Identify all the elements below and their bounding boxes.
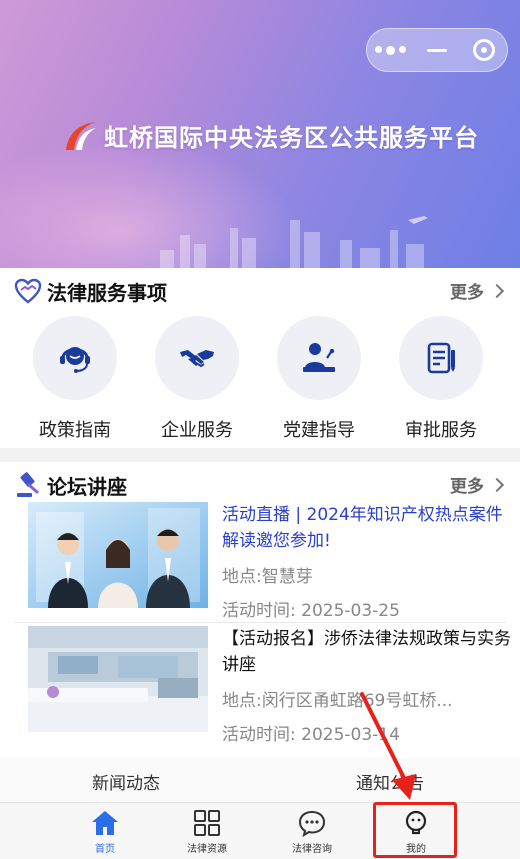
forum-section: 论坛讲座 更多 活动直播 | 2024年知识产权热点案件解读邀您参加! 地点:智… xyxy=(0,462,520,758)
platform-logo-icon xyxy=(66,122,96,150)
article-location: 地点:智慧芽 xyxy=(222,567,313,587)
news-tabs: 新闻动态 通知公告 xyxy=(0,758,520,802)
nav-home[interactable]: 首页 xyxy=(65,809,145,855)
gavel-icon xyxy=(17,472,39,497)
nav-label: 法律资源 xyxy=(187,844,227,855)
more-dots-icon[interactable] xyxy=(367,29,414,71)
service-item-party-guidance[interactable]: 党建指导 xyxy=(258,316,380,442)
article-thumbnail-speakers xyxy=(28,502,208,608)
article-thumbnail-lobby xyxy=(28,626,208,732)
article-time: 活动时间: 2025-03-14 xyxy=(222,725,400,745)
grid-icon xyxy=(194,810,220,836)
article-divider xyxy=(14,622,506,623)
service-label: 审批服务 xyxy=(405,420,477,441)
nav-resources[interactable]: 法律资源 xyxy=(167,809,247,855)
forum-more-link[interactable]: 更多 xyxy=(450,472,505,497)
article-text: 【活动报名】涉侨法律法规政策与实务讲座 地点:闵行区甬虹路69号虹桥... 活动… xyxy=(222,626,512,745)
section-title: 法律服务事项 xyxy=(47,280,167,305)
skyline-illustration xyxy=(160,216,428,270)
nav-label: 法律咨询 xyxy=(292,844,332,855)
article-card-2[interactable]: 【活动报名】涉侨法律法规政策与实务讲座 地点:闵行区甬虹路69号虹桥... 活动… xyxy=(14,626,511,745)
banner: 虹桥国际中央法务区公共服务平台 xyxy=(0,0,520,270)
home-icon xyxy=(92,811,118,835)
document-pen-icon xyxy=(399,316,483,400)
target-close-icon[interactable] xyxy=(460,29,507,71)
forum-header: 论坛讲座 xyxy=(14,470,127,500)
more-label: 更多 xyxy=(450,283,484,303)
tab-news[interactable]: 新闻动态 xyxy=(92,769,160,794)
nav-label: 首页 xyxy=(95,844,115,855)
article-location: 地点:闵行区甬虹路69号虹桥... xyxy=(222,691,453,711)
headset-agent-icon xyxy=(33,316,117,400)
chat-bubble-icon xyxy=(298,810,326,837)
legal-services-header: 法律服务事项 xyxy=(14,276,167,306)
more-label: 更多 xyxy=(450,477,484,497)
service-label: 党建指导 xyxy=(283,420,355,441)
tab-notice[interactable]: 通知公告 xyxy=(356,769,424,794)
service-item-approval[interactable]: 审批服务 xyxy=(380,316,502,442)
banner-title: 虹桥国际中央法务区公共服务平台 xyxy=(104,123,479,152)
service-label: 企业服务 xyxy=(161,420,233,441)
service-item-policy-guide[interactable]: 政策指南 xyxy=(14,316,136,442)
minimize-icon[interactable] xyxy=(414,29,461,71)
service-item-enterprise[interactable]: 企业服务 xyxy=(136,316,258,442)
miniprogram-capsule xyxy=(366,28,508,72)
banner-title-group: 虹桥国际中央法务区公共服务平台 xyxy=(62,116,479,154)
article-title[interactable]: 【活动报名】涉侨法律法规政策与实务讲座 xyxy=(222,626,512,678)
chevron-right-icon xyxy=(489,283,505,298)
service-grid: 政策指南 企业服务 党建指导 审批服务 xyxy=(0,316,520,442)
article-text: 活动直播 | 2024年知识产权热点案件解读邀您参加! 地点:智慧芽 活动时间:… xyxy=(222,502,512,621)
nav-consult[interactable]: 法律咨询 xyxy=(272,809,352,855)
heart-handshake-icon xyxy=(14,278,42,304)
article-time: 活动时间: 2025-03-25 xyxy=(222,601,400,621)
speaker-podium-icon xyxy=(277,316,361,400)
legal-services-more-link[interactable]: 更多 xyxy=(450,278,505,303)
section-separator xyxy=(0,448,520,462)
handshake-icon xyxy=(155,316,239,400)
section-title: 论坛讲座 xyxy=(47,474,127,499)
legal-services-section: 法律服务事项 更多 政策指南 企业服务 党建指导 审批服务 xyxy=(0,268,520,448)
highlight-box xyxy=(373,802,457,858)
service-label: 政策指南 xyxy=(39,420,111,441)
article-card-1[interactable]: 活动直播 | 2024年知识产权热点案件解读邀您参加! 地点:智慧芽 活动时间:… xyxy=(14,502,508,621)
article-title[interactable]: 活动直播 | 2024年知识产权热点案件解读邀您参加! xyxy=(222,502,512,554)
chevron-right-icon xyxy=(489,477,505,492)
